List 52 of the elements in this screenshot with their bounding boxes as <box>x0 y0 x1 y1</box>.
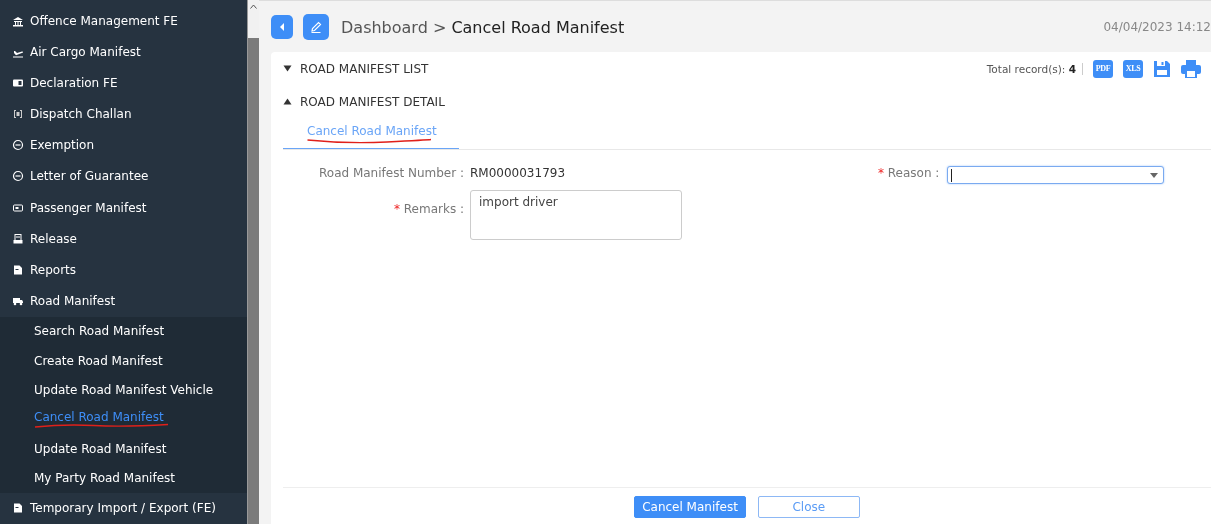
sidebar-item[interactable]: Declaration FE <box>0 67 247 99</box>
frame-icon <box>12 108 24 121</box>
field-label-text: Reason : <box>886 166 940 180</box>
file-icon <box>12 263 24 276</box>
collapse-icon <box>283 98 292 105</box>
scrollbar[interactable] <box>247 0 259 524</box>
sidebar-item[interactable]: Release <box>0 223 247 255</box>
submenu-item[interactable]: Update Road Manifest Vehicle <box>34 383 214 398</box>
reason-dropdown[interactable] <box>947 166 1165 184</box>
sidebar-item[interactable]: Exemption <box>0 129 247 161</box>
required-mark: * <box>393 202 400 216</box>
submenu-item[interactable]: Cancel Road Manifest <box>34 410 164 425</box>
bank-icon <box>12 14 24 27</box>
breadcrumb: Dashboard > Cancel Road Manifest <box>341 17 625 37</box>
minus-circle-icon <box>12 170 24 183</box>
sidebar-item[interactable]: Letter of Guarantee <box>0 160 247 192</box>
sidebar-item[interactable]: Reports <box>0 254 247 286</box>
submenu-item[interactable]: Create Road Manifest <box>34 353 163 368</box>
ticket-icon <box>12 201 24 214</box>
save-button[interactable] <box>1153 59 1171 78</box>
sidebar-item[interactable]: Passenger Manifest <box>0 191 247 224</box>
sidebar-item[interactable]: Offence Management FE <box>0 5 247 37</box>
field-label: Road Manifest Number : <box>318 166 465 182</box>
required-mark: * <box>878 166 884 180</box>
floppy-icon <box>1153 59 1171 78</box>
record-count: Total record(s): 4 <box>986 62 1083 75</box>
truck-icon <box>12 295 24 307</box>
section-header[interactable]: ROAD MANIFEST LIST <box>283 61 429 76</box>
field-value: RM0000031793 <box>469 166 567 182</box>
print-button[interactable] <box>1181 59 1201 78</box>
file-icon <box>12 502 24 515</box>
field-label-text: Remarks : <box>402 202 464 216</box>
section-header[interactable]: ROAD MANIFEST DETAIL <box>283 94 445 109</box>
submenu-item[interactable]: My Party Road Manifest <box>34 471 175 486</box>
back-icon <box>278 22 286 32</box>
printer-icon <box>1181 59 1201 78</box>
sidebar-item[interactable]: Dispatch Challan <box>0 98 247 130</box>
dropdown-caret-icon <box>1150 172 1159 178</box>
pencil-icon <box>309 20 323 34</box>
minus-circle-icon <box>12 139 24 152</box>
sidebar-item[interactable]: Road Manifest <box>0 285 247 317</box>
scroll-up-icon <box>250 3 257 9</box>
sidebar-item[interactable]: Air Cargo Manifest <box>0 36 247 68</box>
expand-icon <box>283 65 292 72</box>
remarks-field[interactable]: import driver <box>470 190 682 240</box>
submenu-item[interactable]: Update Road Manifest <box>34 441 167 456</box>
sidebar-item[interactable]: Temporary Import / Export (FE) <box>0 492 247 524</box>
back-button[interactable] <box>271 15 293 39</box>
submenu-item[interactable]: Search Road Manifest <box>34 324 165 339</box>
date-time: 04/04/2023 14:12 <box>1103 20 1211 34</box>
edit-button[interactable] <box>303 14 329 40</box>
printer-icon <box>12 232 24 245</box>
